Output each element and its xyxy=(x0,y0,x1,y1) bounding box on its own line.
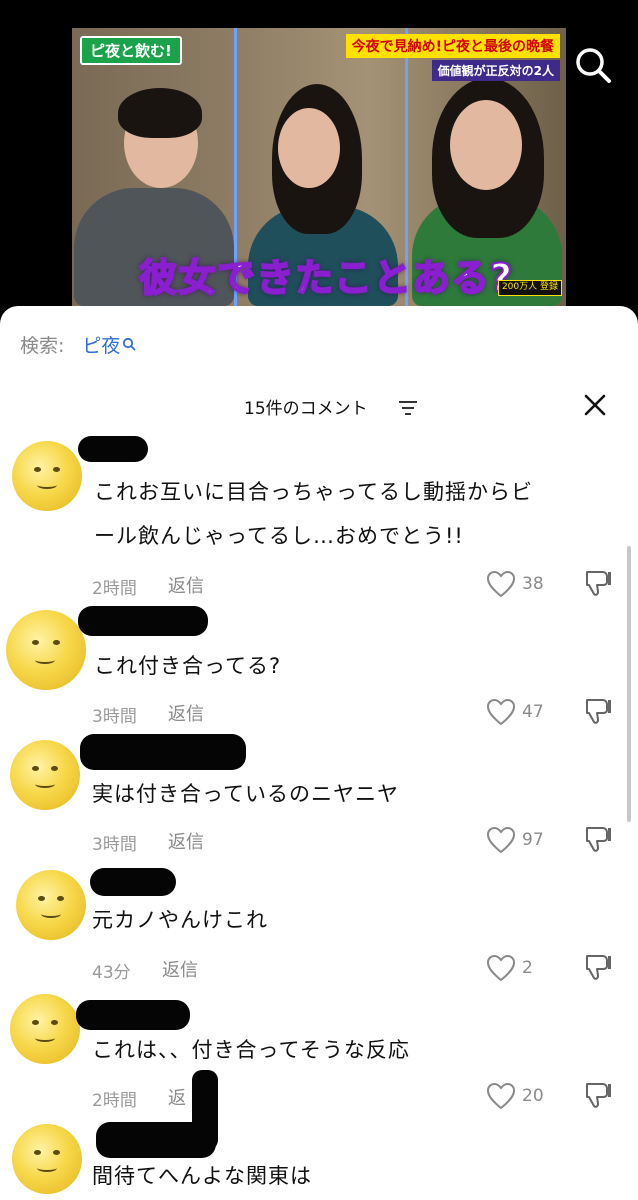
redacted-username xyxy=(80,734,246,770)
avatar[interactable] xyxy=(10,740,80,810)
comment-text: 元カノやんけこれ xyxy=(92,908,268,932)
avatar-mouth xyxy=(37,1164,57,1172)
dislike-icon[interactable] xyxy=(584,696,614,726)
reply-button[interactable]: 返 xyxy=(168,1084,186,1110)
avatar-mouth xyxy=(35,1034,55,1042)
person-middle-head xyxy=(278,108,340,188)
reply-button[interactable]: 返信 xyxy=(168,572,204,598)
like-count: 97 xyxy=(522,830,544,850)
comment-item: これは、、付き合ってそうな反応 2時間 返 20 xyxy=(0,994,638,1150)
comment-count: 15件のコメント xyxy=(244,399,368,419)
reply-button[interactable]: 返信 xyxy=(168,700,204,726)
avatar[interactable] xyxy=(12,441,82,511)
heart-icon[interactable] xyxy=(486,1082,516,1110)
video-frame: ピ夜と飲む! 今夜で見納め!ピ夜と最後の晩餐 価値観が正反対の2人 彼女できたこ… xyxy=(72,28,566,306)
dislike-icon[interactable] xyxy=(584,824,614,854)
promo-headline: 今夜で見納め!ピ夜と最後の晩餐 xyxy=(345,34,560,58)
avatar-mouth xyxy=(35,656,55,664)
avatar-eye xyxy=(57,896,64,901)
like-count: 20 xyxy=(522,1086,544,1106)
person-right-head xyxy=(450,100,522,190)
close-icon[interactable] xyxy=(582,392,608,418)
comment-item: 間待てへんよな関東は xyxy=(0,1122,638,1200)
heart-icon[interactable] xyxy=(486,698,516,726)
avatar[interactable] xyxy=(6,610,86,690)
subscriber-badge: 200万人 登録 xyxy=(497,280,562,296)
comment-text: 間待てへんよな関東は xyxy=(92,1164,312,1188)
avatar-eye xyxy=(53,640,60,645)
comment-text: これ付き合ってる? xyxy=(94,654,282,678)
redacted-username xyxy=(90,868,176,896)
heart-icon[interactable] xyxy=(486,954,516,982)
redacted-username xyxy=(76,1000,190,1030)
person-left-hair xyxy=(118,88,202,138)
redacted-username xyxy=(96,1122,216,1158)
avatar-eye xyxy=(34,467,41,472)
avatar-eye xyxy=(34,1150,41,1155)
sort-icon[interactable] xyxy=(398,400,418,416)
dislike-icon[interactable] xyxy=(584,952,614,982)
video-player[interactable]: ピ夜と飲む! 今夜で見納め!ピ夜と最後の晩餐 価値観が正反対の2人 彼女できたこ… xyxy=(0,0,638,330)
avatar-eye xyxy=(38,896,45,901)
comment-time: 2時間 xyxy=(92,579,137,599)
like-count: 47 xyxy=(522,702,544,722)
comment-text: これは、、付き合ってそうな反応 xyxy=(92,1038,410,1062)
search-suggestion[interactable]: 検索: ピ夜 xyxy=(20,331,136,358)
dislike-icon[interactable] xyxy=(584,1080,614,1110)
promo-banner: 今夜で見納め!ピ夜と最後の晩餐 価値観が正反対の2人 xyxy=(345,34,560,81)
search-icon[interactable] xyxy=(572,44,614,86)
search-prefix-label: 検索: xyxy=(20,334,65,357)
comment-sheet: 検索: ピ夜 15件のコメント これお互いに目合っちゃってるし動揺からビール飲ん… xyxy=(0,306,638,1200)
avatar-eye xyxy=(32,1020,39,1025)
avatar-eye xyxy=(53,1150,60,1155)
avatar-eye xyxy=(32,640,39,645)
comment-time: 2時間 xyxy=(92,1091,137,1111)
redacted-username xyxy=(78,436,148,462)
avatar[interactable] xyxy=(10,994,80,1064)
reply-button[interactable]: 返信 xyxy=(162,956,198,982)
avatar-mouth xyxy=(35,780,55,788)
avatar-mouth xyxy=(41,910,61,918)
search-term-link[interactable]: ピ夜 xyxy=(82,331,120,358)
heart-icon[interactable] xyxy=(486,826,516,854)
search-small-icon xyxy=(123,337,136,351)
comment-time: 3時間 xyxy=(92,835,137,855)
like-count: 2 xyxy=(522,958,533,978)
comments-header: 15件のコメント xyxy=(0,392,638,422)
comment-text: これお互いに目合っちゃってるし動揺からビール飲んじゃってるし…おめでとう!! xyxy=(94,480,533,548)
comment-item: 実は付き合っているのニヤニヤ 3時間 返信 97 xyxy=(0,734,638,862)
video-caption: 彼女できたことある? xyxy=(138,255,514,301)
avatar-eye xyxy=(53,467,60,472)
comment-text: 実は付き合っているのニヤニヤ xyxy=(92,782,399,806)
comment-item: これ付き合ってる? 3時間 返信 47 xyxy=(0,606,638,734)
dislike-icon[interactable] xyxy=(584,568,614,598)
redacted-username xyxy=(78,606,208,636)
comment-time: 3時間 xyxy=(92,707,137,727)
promo-subline: 価値観が正反対の2人 xyxy=(431,60,560,81)
comment-time: 43分 xyxy=(92,963,131,983)
comment-item: 元カノやんけこれ 43分 返信 2 xyxy=(0,866,638,992)
avatar[interactable] xyxy=(12,1124,82,1194)
like-count: 38 xyxy=(522,574,544,594)
comment-item: これお互いに目合っちゃってるし動揺からビール飲んじゃってるし…おめでとう!! 2… xyxy=(0,436,638,606)
avatar-mouth xyxy=(37,481,57,489)
heart-icon[interactable] xyxy=(486,570,516,598)
avatar-eye xyxy=(32,766,39,771)
avatar-eye xyxy=(51,766,58,771)
reply-button[interactable]: 返信 xyxy=(168,828,204,854)
avatar[interactable] xyxy=(16,870,86,940)
avatar-eye xyxy=(51,1020,58,1025)
show-logo: ピ夜と飲む! xyxy=(80,36,182,65)
